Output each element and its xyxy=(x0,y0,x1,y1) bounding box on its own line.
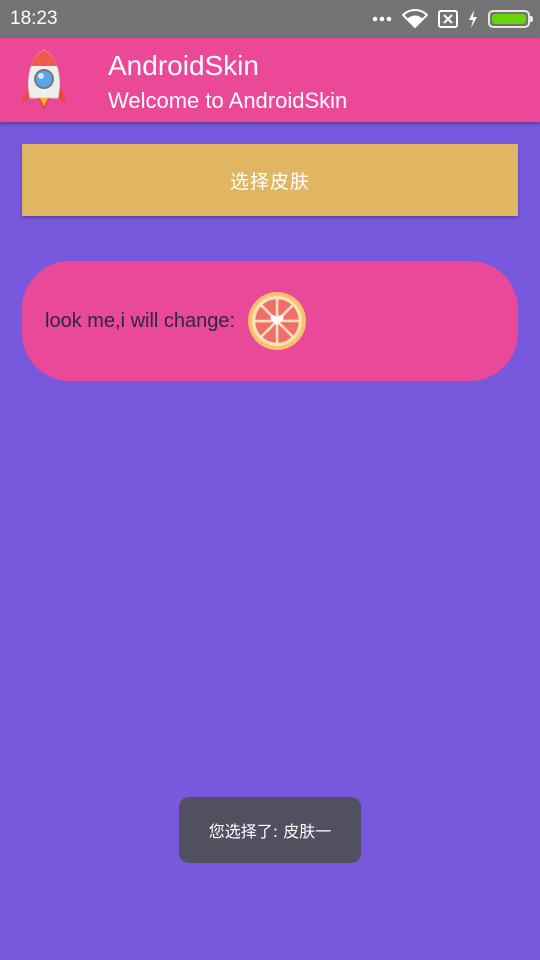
wifi-icon xyxy=(402,9,428,29)
charging-bolt-icon xyxy=(468,10,478,28)
status-bar: 18:23 xyxy=(0,0,540,38)
toolbar-subtitle: Welcome to AndroidSkin xyxy=(108,88,348,113)
skin-preview-card: look me,i will change: xyxy=(22,261,518,381)
more-dots-icon xyxy=(372,16,392,22)
grapefruit-icon xyxy=(247,291,307,351)
app-toolbar: AndroidSkin Welcome to AndroidSkin xyxy=(0,38,540,122)
status-icons xyxy=(372,9,533,29)
rocket-icon xyxy=(18,48,70,112)
select-skin-button[interactable]: 选择皮肤 xyxy=(22,144,518,216)
toolbar-title: AndroidSkin xyxy=(108,50,259,81)
card-label: look me,i will change: xyxy=(45,309,236,332)
toast-message: 您选择了: 皮肤一 xyxy=(179,797,361,863)
no-sim-icon xyxy=(438,10,458,28)
battery-icon xyxy=(488,10,533,28)
status-time: 18:23 xyxy=(10,8,58,29)
